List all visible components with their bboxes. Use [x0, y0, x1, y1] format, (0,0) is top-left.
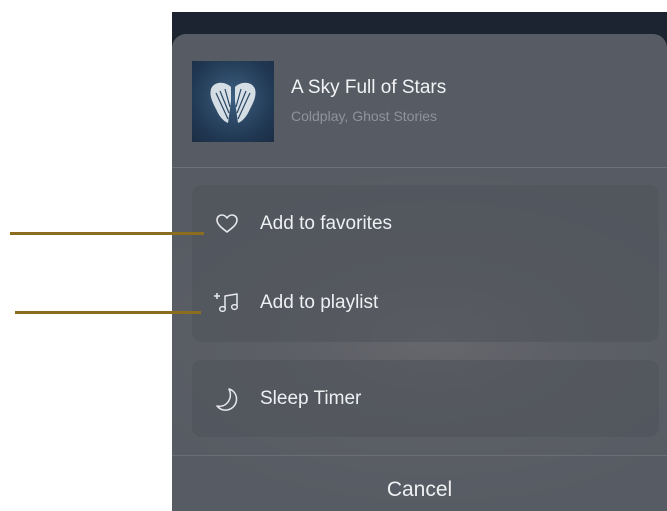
cancel-button[interactable]: Cancel — [172, 456, 667, 511]
sleep-timer-label: Sleep Timer — [260, 388, 362, 409]
heart-icon — [213, 210, 241, 238]
phone-screen: A Sky Full of Stars Coldplay, Ghost Stor… — [172, 12, 667, 511]
callout-line-playlist — [15, 311, 201, 314]
moon-icon — [213, 385, 241, 413]
add-to-playlist-label: Add to playlist — [260, 292, 379, 313]
menu-group-primary: Add to favorites Add to playlist — [192, 185, 659, 342]
add-to-favorites-button[interactable]: Add to favorites — [192, 185, 659, 263]
header-divider — [172, 167, 667, 168]
album-artwork — [192, 61, 274, 142]
song-title: A Sky Full of Stars — [291, 77, 447, 98]
menu-group-secondary: Sleep Timer — [192, 360, 659, 437]
sleep-timer-button[interactable]: Sleep Timer — [192, 360, 659, 438]
song-artist-album: Coldplay, Ghost Stories — [291, 108, 438, 124]
action-sheet: A Sky Full of Stars Coldplay, Ghost Stor… — [172, 34, 667, 511]
callout-line-favorites — [10, 232, 204, 235]
add-to-favorites-label: Add to favorites — [260, 213, 393, 234]
song-header: A Sky Full of Stars Coldplay, Ghost Stor… — [172, 34, 667, 167]
add-to-playlist-button[interactable]: Add to playlist — [192, 264, 659, 342]
add-to-playlist-icon — [213, 289, 241, 317]
wings-icon — [210, 82, 256, 123]
